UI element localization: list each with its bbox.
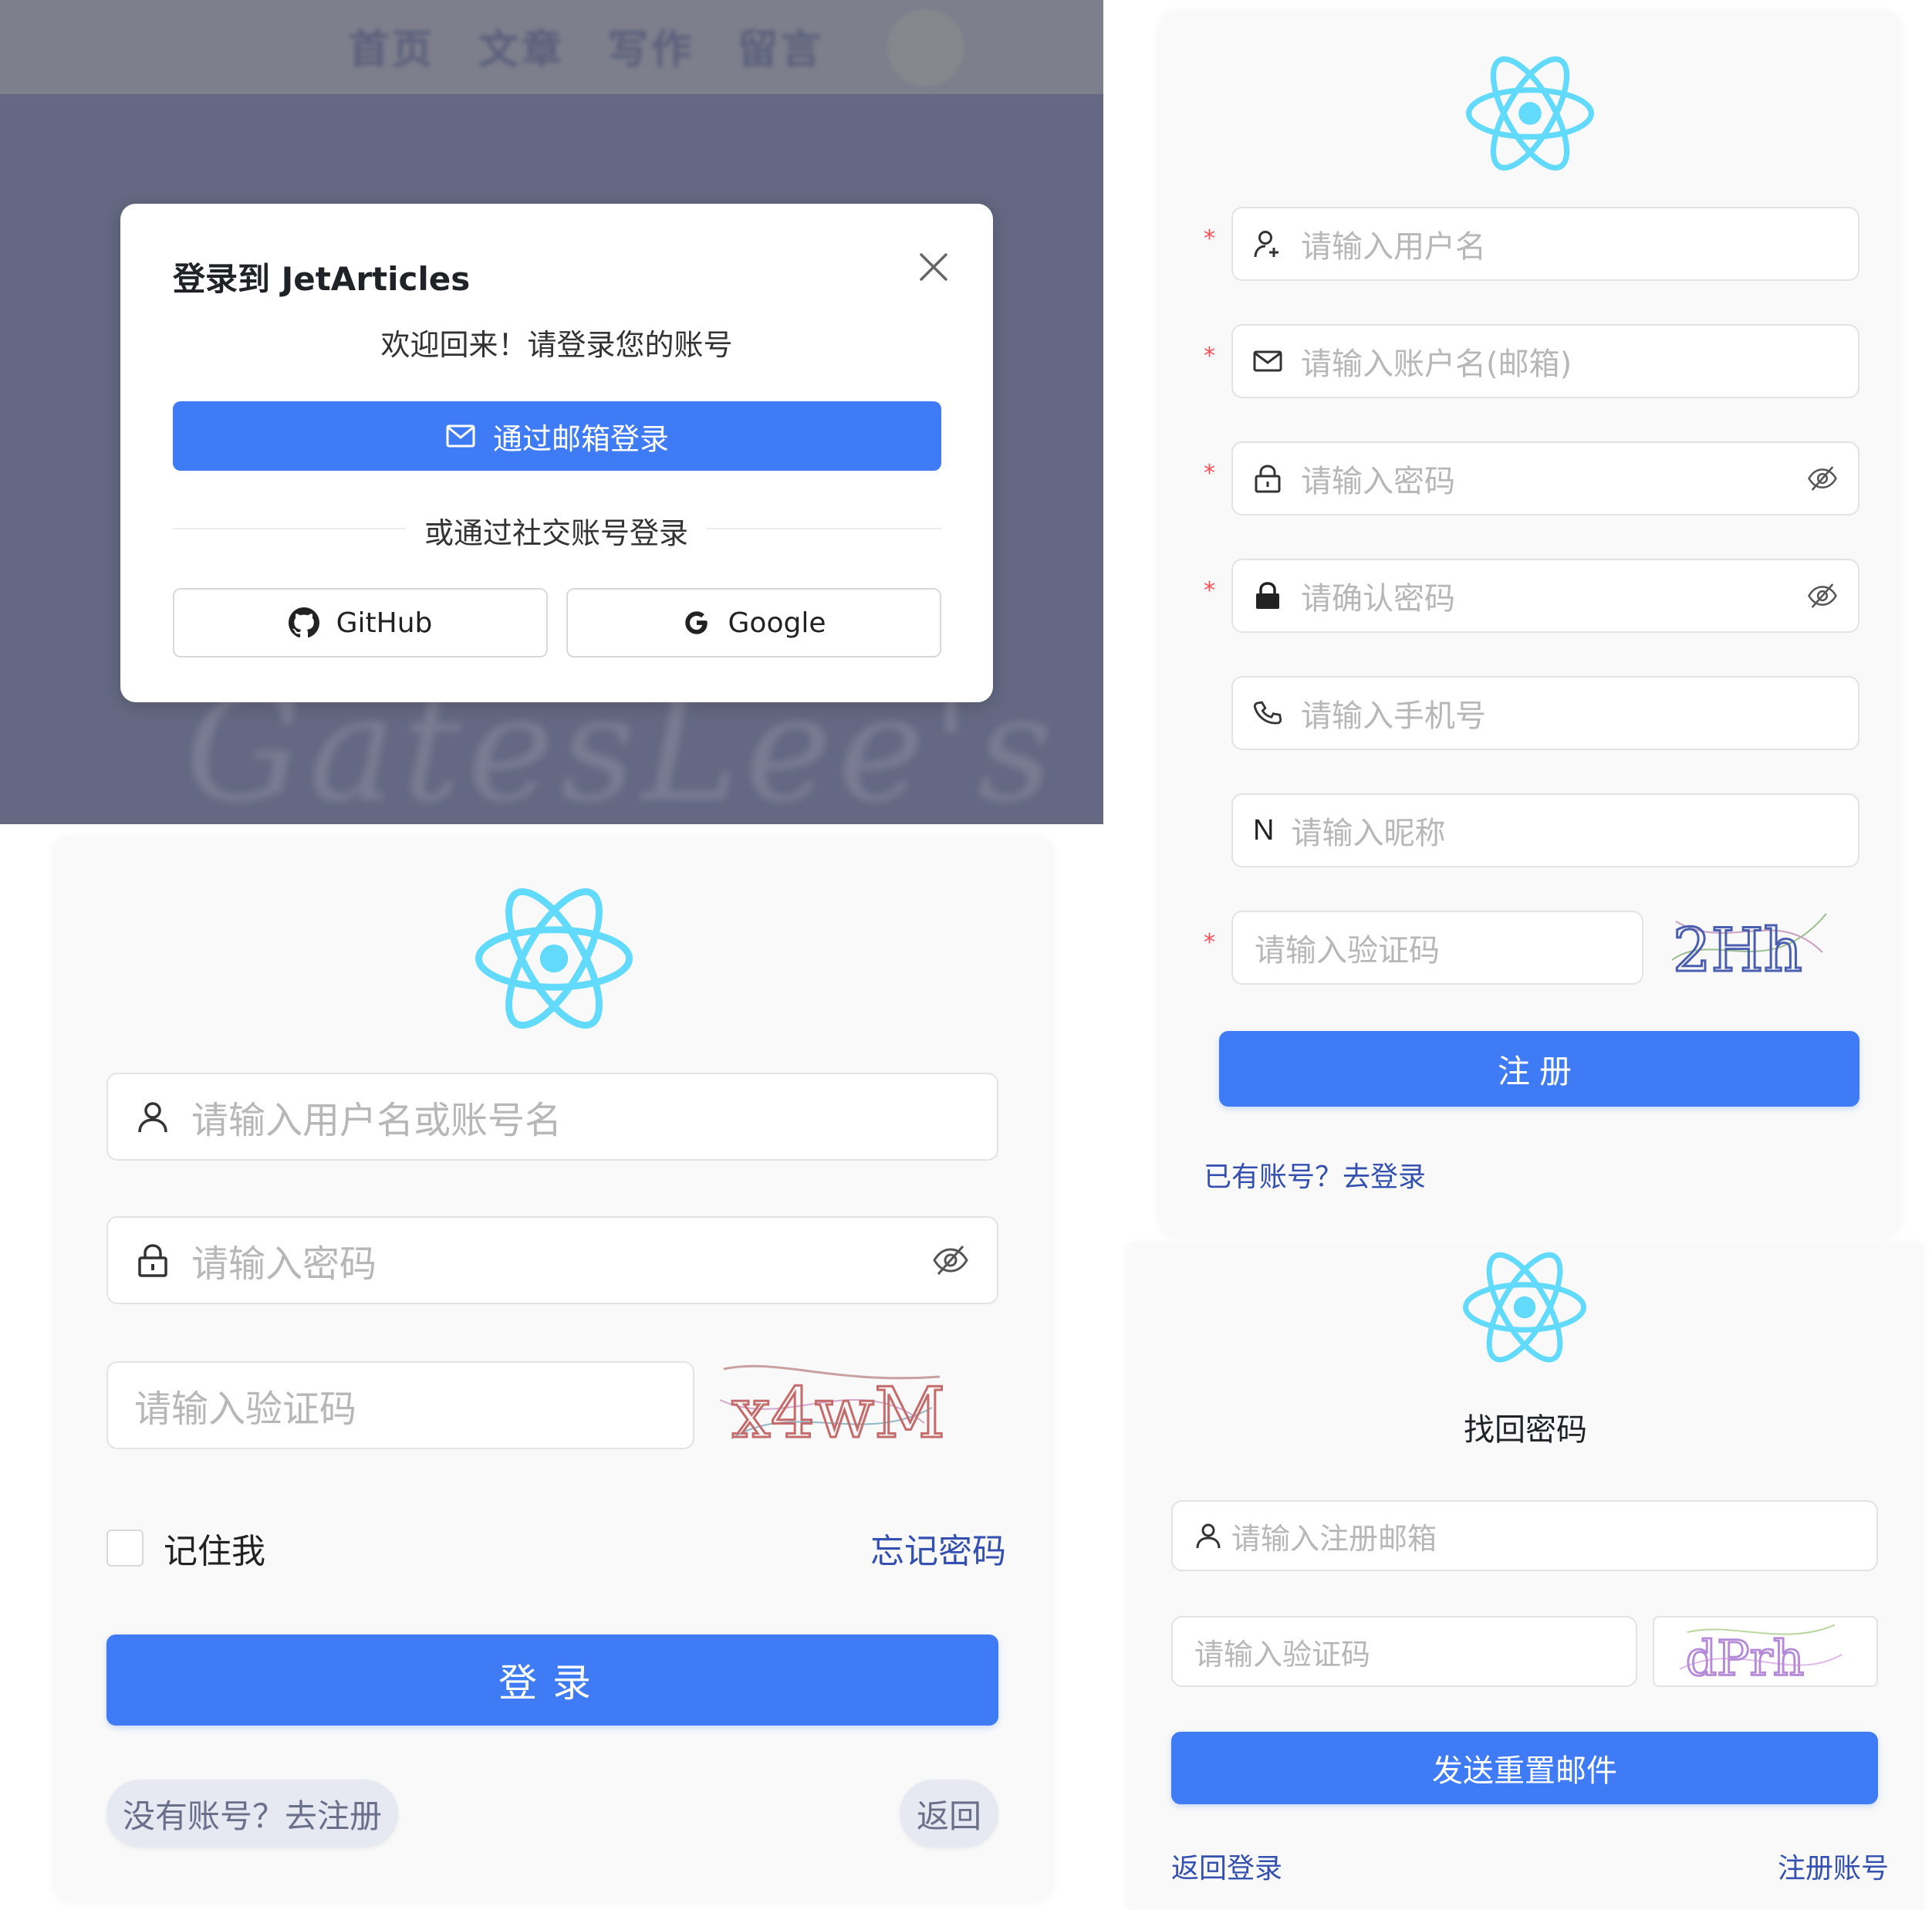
- user-icon: [136, 1100, 170, 1134]
- divider-text: 或通过社交账号登录: [406, 509, 707, 552]
- react-logo-icon: [475, 887, 633, 1029]
- github-login-button[interactable]: GitHub: [173, 588, 548, 658]
- google-icon: [682, 608, 711, 637]
- go-register-button[interactable]: 没有账号？去注册: [106, 1780, 398, 1847]
- react-logo-icon: [1466, 56, 1594, 171]
- background-nav-write: 写作: [608, 27, 695, 73]
- reg-phone-input[interactable]: 请输入手机号: [1231, 676, 1859, 750]
- google-label: Google: [728, 607, 826, 639]
- login-modal-screen: 首页 文章 写作 留言 GatesLee's 登录到 JetArticles 欢…: [0, 0, 1103, 824]
- remember-me[interactable]: 记住我: [106, 1523, 265, 1573]
- dialog-subtitle: 欢迎回来！请登录您的账号: [380, 328, 733, 362]
- captcha-text: x4wM: [731, 1373, 945, 1454]
- reg-email-placeholder: 请输入账户名(邮箱): [1301, 347, 1572, 382]
- reg-nickname-placeholder: 请输入昵称: [1291, 816, 1446, 851]
- reset-captcha-placeholder: 请输入验证码: [1194, 1637, 1371, 1672]
- eye-hidden-icon[interactable]: [1807, 580, 1838, 611]
- google-login-button[interactable]: Google: [566, 588, 941, 658]
- github-icon: [288, 607, 319, 638]
- nickname-row: N 请输入昵称: [1159, 793, 1901, 867]
- back-to-login-link[interactable]: 返回登录: [1171, 1846, 1282, 1886]
- phone-row: 请输入手机号: [1159, 676, 1901, 750]
- lock-icon: [136, 1243, 170, 1277]
- register-card: * 请输入用户名 * 请输入账户名(邮箱) * 请输入密码 * 请确认密码 请输…: [1159, 12, 1901, 1236]
- react-logo-icon: [1463, 1252, 1586, 1363]
- reset-captcha-input[interactable]: 请输入验证码: [1171, 1616, 1637, 1687]
- required-mark: *: [1204, 343, 1215, 370]
- reg-captcha-text: 2Hh: [1673, 916, 1802, 985]
- confirm-password-row: * 请确认密码: [1159, 559, 1901, 633]
- dialog-title: 登录到 JetArticles: [173, 260, 471, 298]
- close-icon[interactable]: [915, 248, 952, 286]
- reg-captcha-input[interactable]: 请输入验证码: [1231, 911, 1643, 985]
- required-mark: *: [1204, 577, 1215, 604]
- background-nav-messages: 留言: [738, 27, 825, 73]
- reg-nickname-input[interactable]: N 请输入昵称: [1231, 793, 1859, 867]
- login-card: 请输入用户名或账号名 请输入密码 请输入验证码 x4wM 记住我 忘记密码 登录…: [54, 837, 1052, 1902]
- forgot-password-link[interactable]: 忘记密码: [870, 1523, 1006, 1573]
- required-mark: *: [1204, 460, 1215, 487]
- lock-icon: [1253, 464, 1282, 493]
- reg-confirm-placeholder: 请确认密码: [1301, 581, 1455, 617]
- email-login-label: 通过邮箱登录: [492, 421, 669, 456]
- background-nav-home: 首页: [349, 27, 436, 73]
- reset-captcha-text: dPrh: [1686, 1630, 1805, 1685]
- user-icon: [1194, 1522, 1222, 1550]
- user-add-icon: [1253, 229, 1282, 259]
- captcha-placeholder: 请输入验证码: [134, 1388, 357, 1431]
- captcha-image[interactable]: x4wM: [716, 1354, 947, 1454]
- password-input[interactable]: 请输入密码: [106, 1216, 998, 1304]
- mail-icon: [1253, 347, 1282, 376]
- remember-checkbox[interactable]: [106, 1530, 144, 1567]
- forgot-password-card: 找回密码 请输入注册邮箱 请输入验证码 dPrh 发送重置邮件 返回登录 注册账…: [1128, 1244, 1923, 1910]
- nickname-n-icon: N: [1253, 813, 1275, 847]
- send-reset-email-button[interactable]: 发送重置邮件: [1171, 1732, 1878, 1804]
- forgot-title: 找回密码: [1464, 1412, 1587, 1448]
- background-nav-articles: 文章: [478, 27, 566, 73]
- captcha-input[interactable]: 请输入验证码: [106, 1361, 694, 1449]
- eye-hidden-icon[interactable]: [1807, 463, 1838, 494]
- phone-icon: [1253, 698, 1282, 728]
- github-label: GitHub: [336, 607, 433, 639]
- reg-email-input[interactable]: 请输入账户名(邮箱): [1231, 324, 1859, 398]
- password-placeholder: 请输入密码: [191, 1242, 377, 1286]
- reg-captcha-placeholder: 请输入验证码: [1255, 933, 1440, 969]
- captcha-row: * 请输入验证码 2Hh: [1159, 911, 1901, 985]
- username-input[interactable]: 请输入用户名或账号名: [106, 1073, 998, 1161]
- back-button[interactable]: 返回: [900, 1780, 998, 1847]
- login-button[interactable]: 登录: [106, 1634, 998, 1726]
- lock-filled-icon: [1253, 581, 1282, 610]
- email-row: * 请输入账户名(邮箱): [1159, 324, 1901, 398]
- reset-captcha-image[interactable]: dPrh: [1653, 1616, 1878, 1687]
- reg-password-input[interactable]: 请输入密码: [1231, 441, 1859, 516]
- register-button[interactable]: 注册: [1219, 1031, 1859, 1107]
- reset-email-placeholder: 请输入注册邮箱: [1231, 1521, 1437, 1556]
- reg-password-placeholder: 请输入密码: [1301, 464, 1455, 499]
- required-mark: *: [1204, 225, 1215, 252]
- remember-label: 记住我: [164, 1532, 265, 1571]
- username-placeholder: 请输入用户名或账号名: [191, 1099, 562, 1142]
- reset-email-input[interactable]: 请输入注册邮箱: [1171, 1500, 1878, 1571]
- reg-username-placeholder: 请输入用户名: [1301, 229, 1486, 265]
- password-row: * 请输入密码: [1159, 441, 1901, 516]
- reg-captcha-image[interactable]: 2Hh: [1668, 898, 1830, 985]
- reg-username-input[interactable]: 请输入用户名: [1231, 207, 1859, 281]
- username-row: * 请输入用户名: [1159, 207, 1901, 281]
- reg-confirm-input[interactable]: 请确认密码: [1231, 559, 1859, 633]
- email-login-button[interactable]: 通过邮箱登录: [173, 401, 941, 471]
- mail-icon: [445, 421, 476, 451]
- login-dialog: 登录到 JetArticles 欢迎回来！请登录您的账号 通过邮箱登录 或通过社…: [120, 204, 993, 702]
- search-icon: [887, 9, 964, 86]
- reg-phone-placeholder: 请输入手机号: [1301, 698, 1486, 734]
- register-account-link[interactable]: 注册账号: [1778, 1846, 1889, 1886]
- required-mark: *: [1204, 929, 1215, 956]
- go-login-link[interactable]: 已有账号？去登录: [1204, 1154, 1426, 1195]
- eye-hidden-icon[interactable]: [932, 1242, 969, 1279]
